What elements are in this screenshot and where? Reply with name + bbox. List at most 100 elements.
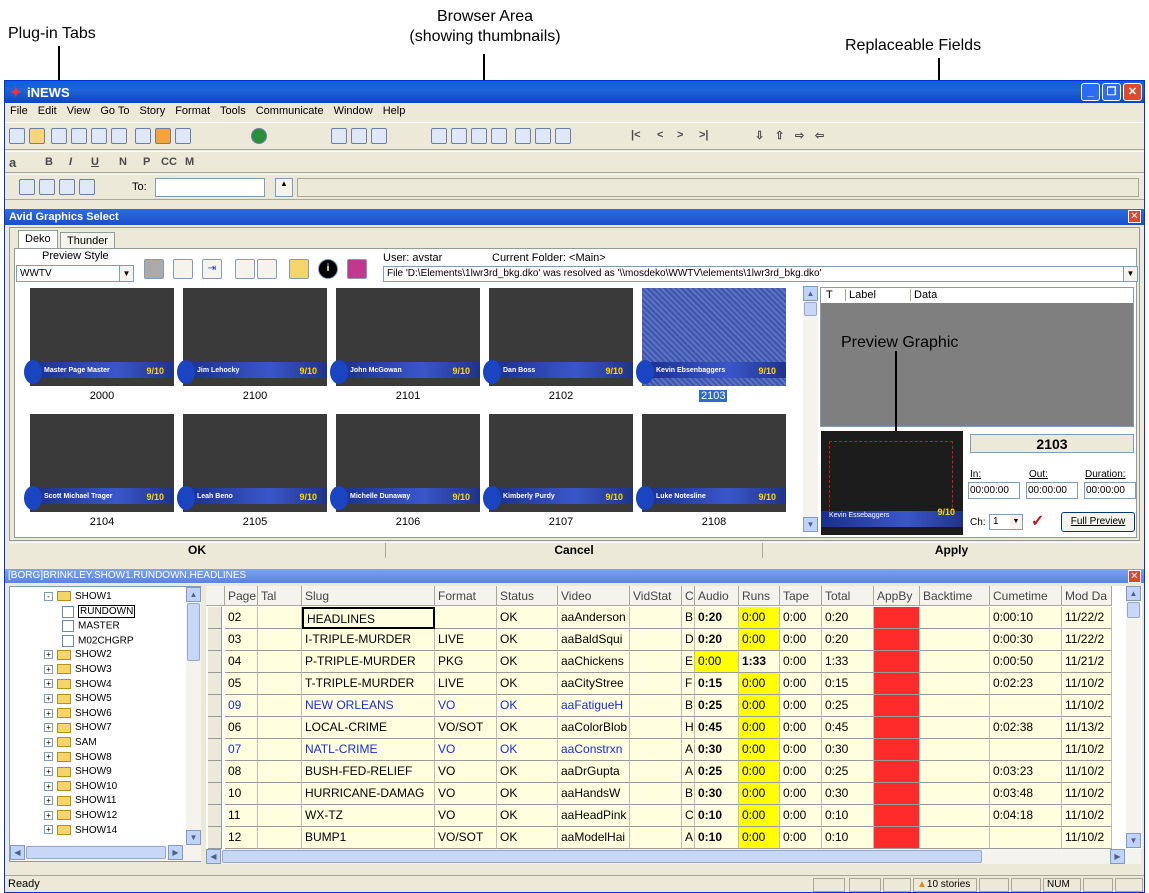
tree-item[interactable]: + SHOW2 [44,649,112,660]
cell-tal[interactable] [258,717,302,739]
file-message-select[interactable]: File 'D:\Elements\1lwr3rd_bkg.dko' was r… [383,266,1138,282]
row-selector[interactable] [208,695,222,717]
tree-item[interactable]: + SHOW10 [44,781,117,792]
thumbnail-label[interactable]: 2108 [642,516,786,528]
cell-status[interactable]: OK [497,827,558,849]
column-header[interactable]: Tal [258,586,302,606]
menu-window[interactable]: Window [329,103,378,117]
cell-runs[interactable]: 0:00 [739,673,780,695]
cell-cumetime[interactable] [990,739,1062,761]
font-size-button[interactable]: a [9,155,16,170]
cell-backtime[interactable] [920,651,990,673]
eraser-icon[interactable] [347,259,367,279]
cell-tape[interactable]: 0:00 [780,739,822,761]
cell-tal[interactable] [258,607,302,629]
cell-audio[interactable]: 0:10 [695,827,739,849]
cell-video[interactable]: aaHandsW [558,783,630,805]
column-header[interactable]: Cumetime [990,586,1062,606]
cell-tape[interactable]: 0:00 [780,673,822,695]
thumbnail[interactable]: Kevin Ebsenbaggers 9/10 [636,288,786,386]
panel-5-icon[interactable] [515,128,531,144]
thumbnail-label[interactable]: 2104 [30,516,174,528]
cell-video[interactable]: aaAnderson [558,607,630,629]
thumbnail[interactable]: Master Page Master 9/10 [24,288,174,386]
cell-slug[interactable]: BUSH-FED-RELIEF [302,761,435,783]
cell-cumetime[interactable]: 0:00:50 [990,651,1062,673]
cell-slug[interactable]: NATL-CRIME [302,739,435,761]
cell-backtime[interactable] [920,607,990,629]
column-header[interactable]: Format [435,586,497,606]
cell-appby[interactable] [874,717,920,739]
tree-hscroll[interactable]: ◀ ▶ [10,845,201,861]
tree-scroll-thumb[interactable] [187,603,200,661]
thumbnail-label[interactable]: 2000 [30,390,174,402]
paste-icon[interactable] [371,128,387,144]
cell-cumetime[interactable]: 0:02:23 [990,673,1062,695]
preview-style-select[interactable]: WWTV ▼ [16,265,134,282]
cancel-button[interactable]: Cancel [386,543,763,558]
message-send-icon[interactable] [19,179,35,195]
row-selector[interactable] [208,717,222,739]
cell-audio[interactable]: 0:00 [695,651,739,673]
cell-tape[interactable]: 0:00 [780,761,822,783]
cell-cumetime[interactable]: 0:03:48 [990,783,1062,805]
menu-goto[interactable]: Go To [95,103,134,117]
layout-icon[interactable] [175,128,191,144]
cell-video[interactable]: aaBaldSqui [558,629,630,651]
cell-cumetime[interactable]: 0:00:30 [990,629,1062,651]
cell-vidstat[interactable] [630,827,682,849]
scroll-down-icon[interactable]: ▼ [803,517,818,532]
tree-item[interactable]: + SAM [44,737,97,748]
close-button[interactable]: ✕ [1123,83,1142,101]
cell-slug[interactable]: HEADLINES [302,607,435,629]
fields-header-t[interactable]: T [826,289,833,301]
to-spinner[interactable]: ▲ [275,178,293,197]
cell-appby[interactable] [874,783,920,805]
cell-audio[interactable]: 0:20 [695,607,739,629]
channel-chevron-icon[interactable]: ▼ [1010,515,1022,529]
cell-page[interactable]: 03 [225,629,258,651]
print-icon[interactable] [135,128,151,144]
tree-item[interactable]: + SHOW6 [44,708,112,719]
italic-button[interactable]: I [69,156,72,168]
column-header[interactable]: Status [497,586,558,606]
cell-total[interactable]: 1:33 [822,651,874,673]
cell-format[interactable]: VO [435,783,497,805]
new-icon[interactable] [9,128,25,144]
cell-tal[interactable] [258,651,302,673]
cell-runs[interactable]: 0:00 [739,717,780,739]
normal-button[interactable]: N [119,156,127,168]
cell-slug[interactable]: WX-TZ [302,805,435,827]
out-field[interactable]: 00:00:00 [1026,482,1078,499]
cell-runs[interactable]: 0:00 [739,607,780,629]
cell-format[interactable] [435,607,497,629]
restore-button[interactable]: ❐ [1102,83,1121,101]
expand-icon[interactable]: + [44,723,53,733]
row-selector[interactable] [208,739,222,761]
panel-1-icon[interactable] [431,128,447,144]
cell-page[interactable]: 06 [225,717,258,739]
folder-up-icon[interactable] [144,259,164,279]
cell-total[interactable]: 0:20 [822,629,874,651]
tree-item[interactable]: + SHOW14 [44,825,117,836]
cell-tal[interactable] [258,783,302,805]
tree-hscroll-thumb[interactable] [26,846,166,859]
cell-page[interactable]: 04 [225,651,258,673]
column-header[interactable]: VidStat [630,586,682,606]
row-selector[interactable] [208,761,222,783]
cell-slug[interactable]: BUMP1 [302,827,435,849]
browser-scrollbar[interactable]: ▲ ▼ [803,286,818,532]
cell-format[interactable]: VO [435,761,497,783]
cell-c[interactable]: A [682,761,695,783]
cell-total[interactable]: 0:20 [822,607,874,629]
cell-c[interactable]: C [682,805,695,827]
cell-mod[interactable]: 11/22/2 [1062,607,1112,629]
menu-file[interactable]: File [5,103,33,117]
cell-backtime[interactable] [920,673,990,695]
cell-status[interactable]: OK [497,673,558,695]
in-field[interactable]: 00:00:00 [968,482,1020,499]
tree-item[interactable]: + SHOW7 [44,722,112,733]
cell-format[interactable]: VO [435,695,497,717]
globe-icon[interactable] [251,128,267,144]
cell-vidstat[interactable] [630,761,682,783]
